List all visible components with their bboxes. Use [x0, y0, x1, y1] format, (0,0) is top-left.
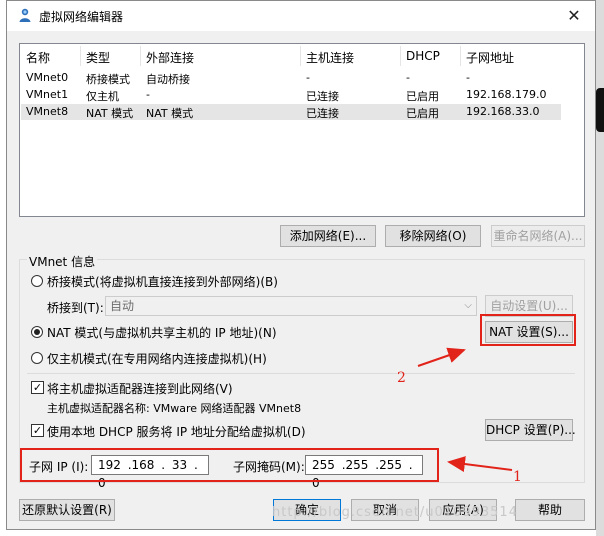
close-icon[interactable]: ✕ — [563, 5, 585, 27]
bridged-mode-radio[interactable] — [31, 275, 43, 287]
bridged-mode-label[interactable]: 桥接模式(将虚拟机直接连接到外部网络)(B) — [47, 273, 278, 290]
subnet-fields-highlight — [20, 448, 439, 482]
add-network-button[interactable]: 添加网络(E)... — [280, 225, 376, 247]
network-editor-icon — [19, 8, 31, 22]
restore-defaults-button[interactable]: 还原默认设置(R) — [19, 499, 115, 521]
column-header-host[interactable]: 主机连接 — [306, 49, 354, 66]
remove-network-button[interactable]: 移除网络(O) — [385, 225, 481, 247]
dhcp-label[interactable]: 使用本地 DHCP 服务将 IP 地址分配给虚拟机(D) — [47, 423, 306, 440]
title-bar[interactable]: 虚拟网络编辑器 ✕ — [7, 1, 595, 31]
table-row-selected[interactable]: VMnet8 NAT 模式 NAT 模式 已连接 已启用 192.168.33.… — [21, 104, 561, 120]
column-header-dhcp[interactable]: DHCP — [406, 49, 440, 63]
bridged-to-label: 桥接到(T): — [47, 301, 104, 315]
adapter-name-text: 主机虚拟适配器名称: VMware 网络适配器 VMnet8 — [47, 402, 302, 415]
background-window-edge — [596, 0, 604, 536]
dhcp-checkbox[interactable]: ✓ — [31, 424, 44, 437]
dhcp-settings-button[interactable]: DHCP 设置(P)... — [485, 419, 576, 441]
background-window-fragment — [596, 88, 604, 132]
table-row[interactable]: VMnet0 桥接模式 自动桥接 - - - — [21, 70, 561, 86]
rename-network-button[interactable]: 重命名网络(A)... — [491, 225, 585, 247]
help-button[interactable]: 帮助 — [515, 499, 585, 521]
checkmark-icon: ✓ — [32, 381, 43, 394]
connect-adapter-label[interactable]: 将主机虚拟适配器连接到此网络(V) — [47, 380, 233, 397]
host-only-mode-label[interactable]: 仅主机模式(在专用网络内连接虚拟机)(H) — [47, 350, 267, 367]
table-row[interactable]: VMnet1 仅主机 - 已连接 已启用 192.168.179.0 — [21, 87, 561, 103]
network-list-header: 名称 类型 外部连接 主机连接 DHCP 子网地址 — [20, 44, 584, 68]
column-header-external[interactable]: 外部连接 — [146, 49, 194, 66]
annotation-label-2: 2 — [397, 370, 406, 386]
nat-mode-radio[interactable] — [31, 326, 43, 338]
network-list[interactable]: 名称 类型 外部连接 主机连接 DHCP 子网地址 VMnet0 桥接模式 自动… — [19, 43, 585, 217]
bridged-to-select[interactable]: 自动 ⌵ — [105, 296, 477, 316]
nat-settings-highlight — [480, 314, 576, 346]
column-header-name[interactable]: 名称 — [26, 49, 50, 66]
column-header-type[interactable]: 类型 — [86, 49, 110, 66]
chevron-down-icon: ⌵ — [464, 300, 472, 311]
divider — [27, 373, 575, 374]
checkmark-icon: ✓ — [32, 424, 43, 437]
watermark-text: http://blog.csdn.net/u010993514 — [272, 505, 518, 520]
annotation-label-1: 1 — [513, 469, 522, 485]
host-only-mode-radio[interactable] — [31, 352, 43, 364]
window-title: 虚拟网络编辑器 — [39, 10, 124, 24]
nat-mode-label[interactable]: NAT 模式(与虚拟机共享主机的 IP 地址)(N) — [47, 324, 277, 341]
column-header-subnet[interactable]: 子网地址 — [466, 49, 514, 66]
connect-adapter-checkbox[interactable]: ✓ — [31, 381, 44, 394]
vmnet-info-title: VMnet 信息 — [27, 253, 98, 270]
